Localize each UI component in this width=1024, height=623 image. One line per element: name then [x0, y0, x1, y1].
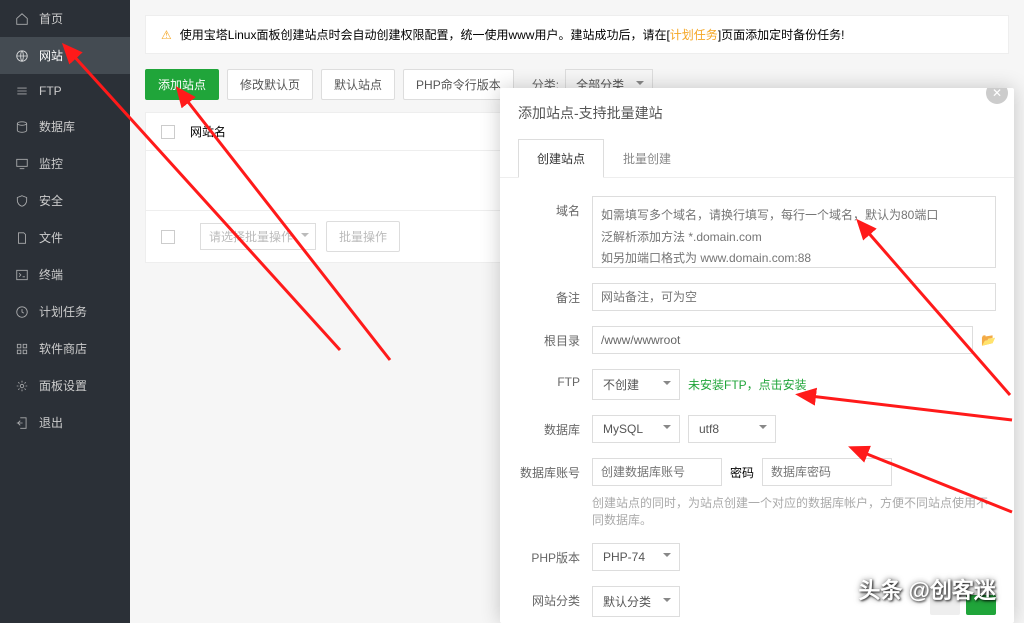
- db-account-input[interactable]: [592, 458, 722, 486]
- close-icon: ✕: [992, 88, 1002, 100]
- root-input[interactable]: [592, 326, 973, 354]
- label-root: 根目录: [518, 326, 592, 349]
- tab-create-site[interactable]: 创建站点: [518, 139, 604, 178]
- modal-form: 域名 备注 根目录 📂 FTP 不创建 未安装FTP，点击安装: [500, 178, 1014, 617]
- php-version-dropdown[interactable]: PHP-74: [592, 543, 680, 571]
- watermark: 头条 @创客迷: [858, 573, 996, 605]
- label-ftp: FTP: [518, 369, 592, 389]
- folder-icon[interactable]: 📂: [981, 333, 996, 347]
- tab-batch-create[interactable]: 批量创建: [604, 139, 690, 178]
- database-dropdown[interactable]: MySQL: [592, 415, 680, 443]
- charset-dropdown[interactable]: utf8: [688, 415, 776, 443]
- note-input[interactable]: [592, 283, 996, 311]
- modal-tabs: 创建站点 批量创建: [500, 138, 1014, 178]
- label-db-password: 密码: [730, 464, 754, 481]
- ftp-install-link[interactable]: 未安装FTP，点击安装: [688, 376, 807, 393]
- site-category-dropdown[interactable]: 默认分类: [592, 586, 680, 617]
- modal-title: 添加站点-支持批量建站: [500, 88, 1014, 138]
- label-category: 网站分类: [518, 586, 592, 609]
- modal-overlay: ✕ 添加站点-支持批量建站 创建站点 批量创建 域名 备注 根目录 📂: [0, 0, 1024, 623]
- db-password-input[interactable]: [762, 458, 892, 486]
- add-site-modal: ✕ 添加站点-支持批量建站 创建站点 批量创建 域名 备注 根目录 📂: [500, 88, 1014, 623]
- db-hint: 创建站点的同时，为站点创建一个对应的数据库帐户，方便不同站点使用不同数据库。: [592, 494, 996, 528]
- label-php: PHP版本: [518, 543, 592, 566]
- domain-textarea[interactable]: [592, 196, 996, 268]
- label-database: 数据库: [518, 415, 592, 438]
- label-domain: 域名: [518, 196, 592, 219]
- ftp-dropdown[interactable]: 不创建: [592, 369, 680, 400]
- label-db-account: 数据库账号: [518, 458, 592, 481]
- label-note: 备注: [518, 283, 592, 306]
